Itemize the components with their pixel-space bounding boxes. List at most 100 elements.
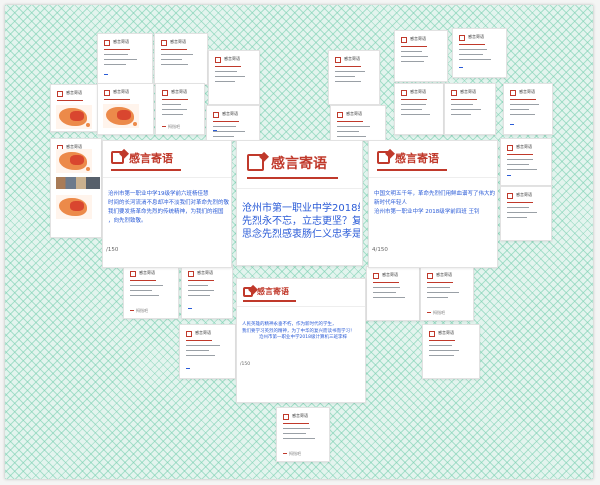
edit-icon [510, 90, 516, 96]
map-land [70, 201, 84, 211]
text-line [459, 59, 491, 61]
text-line [507, 212, 537, 214]
card-header: 感言寄语 [459, 34, 502, 45]
card-title: 感言寄语 [468, 34, 484, 39]
card-header: 感言寄语 [57, 90, 93, 101]
message-card: 感言寄语 [394, 83, 444, 135]
text-line [188, 285, 208, 287]
text-line [188, 290, 214, 292]
edit-icon [130, 271, 136, 277]
message-text-line: ，向先烈致敬。 [108, 218, 147, 224]
text-line [213, 126, 236, 128]
reader-icon [188, 308, 192, 310]
text-line [335, 76, 355, 78]
card-header: 感言寄语 [161, 39, 203, 50]
edit-icon [57, 91, 63, 97]
edit-icon [215, 57, 221, 63]
message-card: 感言寄语拇指吧 [276, 407, 330, 462]
map-land [70, 155, 84, 165]
title-underline [459, 44, 485, 45]
card-title: 感言寄语 [197, 270, 213, 275]
card-title: 感言寄语 [139, 270, 155, 275]
text-line [401, 61, 424, 63]
message-card: 感言寄语 [328, 50, 380, 105]
card-title: 感言寄语 [113, 39, 129, 44]
edit-icon [243, 287, 253, 297]
card-title: 感言寄语 [382, 272, 398, 277]
text-line [507, 159, 533, 161]
card-header: 感言寄语 [510, 89, 548, 100]
text-line [104, 54, 128, 56]
message-board-collage: 感言寄语 感言寄语 感言寄语 感言寄语 感言寄语 感言寄语 感言寄语 拇指吧 感言寄语 感言寄语感… [5, 5, 593, 479]
card-title: 感言寄语 [395, 152, 439, 165]
card-header: 感言寄语 [188, 270, 228, 281]
text-line [186, 345, 220, 347]
china-map-image [56, 195, 92, 219]
text-line [161, 59, 182, 61]
message-card: 感言寄语 [97, 83, 154, 135]
text-line [130, 295, 159, 297]
title-underline [111, 169, 181, 171]
title-underline [337, 121, 363, 122]
edit-icon [247, 154, 264, 171]
message-card: 感言寄语 [500, 138, 552, 186]
card-header: 感言寄语 [507, 144, 547, 155]
text-line [104, 59, 137, 61]
message-card: 感言寄语 [452, 28, 507, 78]
text-line [459, 54, 483, 56]
reader-icon [510, 124, 514, 126]
card-header: 感言寄语 [104, 39, 148, 50]
edit-icon [186, 331, 192, 337]
card-title: 感言寄语 [460, 89, 476, 94]
text-line [213, 136, 234, 138]
edit-icon [451, 90, 457, 96]
card-header: 感言寄语 [104, 89, 149, 100]
message-text-line: 我们要发扬革命先烈的传统精神，为我们的祖国 [108, 209, 224, 215]
message-card: 感言寄语 [206, 105, 260, 141]
featured-message-card: 感言寄语沧州市第一职业中学2018级对口先烈永不忘，立志更坚？复兴中思念先烈感衷… [236, 140, 363, 266]
card-title: 感言寄语 [222, 111, 238, 116]
footer-label: 拇指吧 [289, 451, 301, 456]
title-underline [451, 99, 477, 100]
text-line [429, 355, 454, 357]
message-card: 感言寄语 [422, 324, 480, 379]
title-underline [283, 423, 309, 424]
text-line [215, 76, 245, 78]
reader-icon [459, 67, 463, 69]
title-underline [377, 169, 447, 171]
message-text-line: 沧州市第一职业中学19级学前六班杨佳慧 [108, 191, 209, 197]
card-header: 感言寄语 [103, 141, 231, 178]
card-header: 感言寄语 [130, 270, 174, 281]
featured-message-card: 感言寄语 人民英雄的精神永垂不朽，作为新时代的学生， 我们要学习英烈的精神，为了中华… [236, 278, 366, 403]
message-card: 感言寄语 [444, 83, 496, 135]
card-header: 感言寄语 [283, 413, 325, 424]
featured-message-card: 感言寄语 沧州市第一职业中学19级学前六班杨佳慧 时间的长河流淌不息却冲不淡我们对革… [102, 140, 232, 268]
edit-icon [104, 40, 110, 46]
title-underline [507, 202, 533, 203]
text-line [161, 54, 193, 56]
text-line [459, 49, 487, 51]
card-title: 感言寄语 [195, 330, 211, 335]
message-card: 感言寄语 [394, 30, 448, 82]
message-card: 感言寄语 [366, 266, 420, 321]
text-line [162, 104, 181, 106]
text-line [401, 109, 422, 111]
title-underline [215, 66, 241, 67]
card-title: 感言寄语 [257, 287, 289, 296]
message-text-line: 中国文明五千年，革命先烈们用鲜血谱写了伟大的 [374, 191, 495, 197]
text-line [130, 285, 163, 287]
message-text-line: 沧州市第一职业中学 2018级学前四班 王钊 [374, 209, 480, 215]
text-line [104, 64, 126, 66]
message-card: 感言寄语 [500, 186, 552, 241]
card-title: 感言寄语 [66, 90, 82, 95]
card-title: 感言寄语 [410, 89, 426, 94]
reader-icon [507, 175, 511, 177]
edit-icon [337, 112, 343, 118]
edit-icon [335, 57, 341, 63]
china-map-image [56, 149, 92, 173]
message-card: 感言寄语 [50, 138, 102, 238]
message-text-line: 思念先烈感衷肠仁义忠孝是祖国 [242, 229, 360, 240]
card-title: 感言寄语 [271, 156, 327, 172]
title-underline [507, 154, 533, 155]
edit-icon [429, 331, 435, 337]
